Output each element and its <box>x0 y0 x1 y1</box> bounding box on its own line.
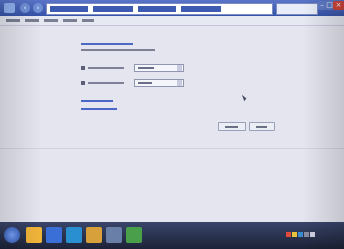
forward-arrow-icon: › <box>36 4 40 12</box>
taskbar-app-control-panel[interactable] <box>106 227 122 243</box>
back-button[interactable]: ‹ <box>20 3 30 13</box>
taskbar <box>0 222 344 249</box>
breadcrumb-item[interactable] <box>93 6 133 12</box>
address-bar[interactable] <box>46 3 273 15</box>
ok-button-label <box>225 126 238 128</box>
cancel-button[interactable] <box>249 122 275 131</box>
option-checkbox-2[interactable] <box>81 81 85 85</box>
option-dropdown-1[interactable] <box>134 64 184 72</box>
close-button[interactable]: × <box>333 1 344 10</box>
divider <box>0 148 344 149</box>
minimize-icon: – <box>320 1 324 9</box>
cancel-button-label <box>256 126 267 128</box>
back-arrow-icon: ‹ <box>23 4 27 12</box>
forward-button[interactable]: › <box>33 3 43 13</box>
minimize-button[interactable]: – <box>318 1 326 10</box>
menu-item[interactable] <box>63 19 77 22</box>
menu-item[interactable] <box>44 19 58 22</box>
dropdown-selected-value <box>138 82 152 84</box>
option-label-1 <box>88 67 124 69</box>
option-checkbox-1[interactable] <box>81 66 85 70</box>
menu-bar <box>0 16 344 26</box>
taskbar-app-other[interactable] <box>126 227 142 243</box>
tray-volume-icon[interactable] <box>304 232 309 237</box>
breadcrumb-item[interactable] <box>181 6 221 12</box>
settings-content <box>0 26 344 222</box>
menu-item[interactable] <box>25 19 39 22</box>
page-heading <box>81 43 133 45</box>
dropdown-selected-value <box>138 67 154 69</box>
breadcrumb-item[interactable] <box>138 6 176 12</box>
tray-language-icon[interactable] <box>310 232 315 237</box>
taskbar-app-folder[interactable] <box>86 227 102 243</box>
tray-power-icon[interactable] <box>292 232 297 237</box>
search-input[interactable] <box>276 3 318 15</box>
option-label-2 <box>88 82 124 84</box>
menu-item[interactable] <box>82 19 94 22</box>
chevron-down-icon <box>177 80 182 86</box>
page-description <box>81 49 155 51</box>
control-panel-icon <box>4 3 15 13</box>
maximize-icon: □ <box>326 1 333 9</box>
chevron-down-icon <box>177 65 182 71</box>
settings-link[interactable] <box>81 108 117 110</box>
ok-button[interactable] <box>218 122 246 131</box>
window-titlebar: ‹ › – □ × <box>0 0 344 16</box>
help-link[interactable] <box>81 100 113 102</box>
taskbar-app-explorer[interactable] <box>26 227 42 243</box>
option-dropdown-2[interactable] <box>134 79 184 87</box>
maximize-button[interactable]: □ <box>326 1 333 10</box>
taskbar-app-media[interactable] <box>66 227 82 243</box>
close-icon: × <box>335 1 342 9</box>
breadcrumb-item[interactable] <box>50 6 88 12</box>
taskbar-app-ie[interactable] <box>46 227 62 243</box>
tray-network-icon[interactable] <box>298 232 303 237</box>
tray-flag-icon[interactable] <box>286 232 291 237</box>
menu-item[interactable] <box>6 19 20 22</box>
start-button[interactable] <box>4 227 20 243</box>
desktop-screen: ‹ › – □ × <box>0 0 344 249</box>
